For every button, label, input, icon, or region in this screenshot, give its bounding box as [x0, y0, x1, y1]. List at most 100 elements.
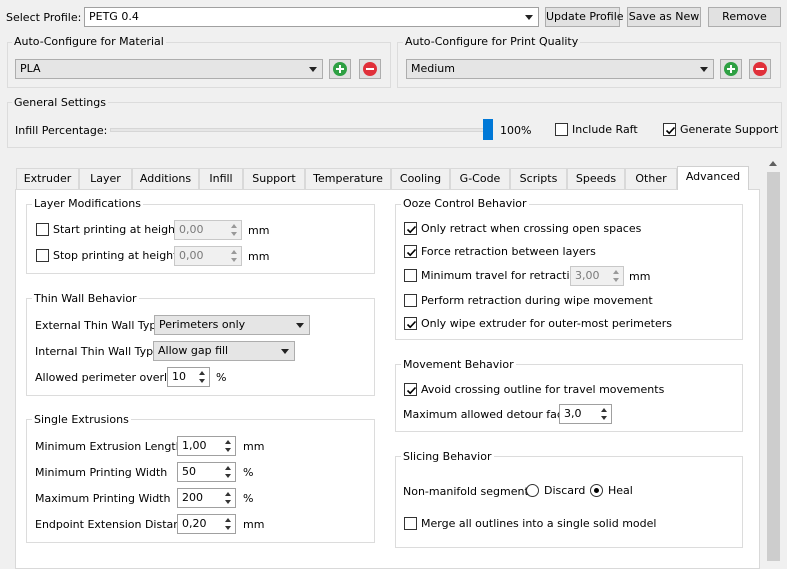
checkmark-icon — [406, 225, 417, 234]
infill-slider-track[interactable] — [110, 128, 490, 132]
start-height-spinbox[interactable]: 0,00 — [174, 220, 242, 240]
chevron-down-icon — [525, 15, 533, 20]
endpoint-extension-value: 0,20 — [182, 517, 207, 530]
nonmanifold-label: Non-manifold segments: — [403, 485, 539, 498]
include-raft-label: Include Raft — [572, 123, 638, 136]
quality-select[interactable]: Medium — [406, 59, 714, 79]
avoid-crossing-checkbox[interactable] — [404, 383, 417, 396]
min-printing-width-value: 50 — [182, 465, 196, 478]
only-wipe-checkbox[interactable] — [404, 317, 417, 330]
start-printing-checkbox[interactable] — [36, 223, 49, 236]
spin-up-icon[interactable] — [222, 464, 234, 472]
movement-title: Movement Behavior — [401, 358, 516, 371]
select-profile-label: Select Profile: — [6, 11, 82, 24]
force-retract-label: Force retraction between layers — [421, 245, 596, 258]
remove-button[interactable]: Remove — [708, 7, 781, 27]
spin-down-icon[interactable] — [222, 498, 234, 506]
tab-additions[interactable]: Additions — [132, 168, 199, 189]
material-select-value: PLA — [20, 62, 41, 75]
remove-quality-button[interactable] — [749, 59, 771, 79]
min-travel-label: Minimum travel for retraction — [421, 269, 584, 282]
spin-down-icon[interactable] — [222, 446, 234, 454]
detour-factor-spinbox[interactable]: 3,0 — [559, 404, 612, 424]
min-extrusion-length-label: Minimum Extrusion Length — [35, 440, 183, 453]
radio-selected-dot — [594, 488, 599, 493]
merge-outlines-checkbox[interactable] — [404, 517, 417, 530]
internal-thin-wall-value: Allow gap fill — [158, 344, 229, 357]
chevron-down-icon — [296, 323, 304, 328]
include-raft-checkbox[interactable] — [555, 123, 568, 136]
spin-down-icon[interactable] — [228, 256, 240, 264]
scroll-up-icon[interactable] — [769, 161, 777, 166]
tab-gcode[interactable]: G-Code — [450, 168, 510, 189]
tab-layer[interactable]: Layer — [79, 168, 132, 189]
max-printing-width-spinbox[interactable]: 200 — [177, 488, 236, 508]
spin-down-icon[interactable] — [196, 377, 208, 385]
stop-height-value: 0,00 — [179, 249, 204, 262]
external-thin-wall-select[interactable]: Perimeters only — [154, 315, 310, 335]
start-height-value: 0,00 — [179, 223, 204, 236]
tab-scripts[interactable]: Scripts — [510, 168, 567, 189]
tab-other[interactable]: Other — [625, 168, 677, 189]
update-profile-button[interactable]: Update Profile — [545, 7, 624, 27]
spin-up-icon[interactable] — [222, 490, 234, 498]
spin-up-icon[interactable] — [598, 406, 610, 414]
min-travel-value: 3,00 — [575, 269, 600, 282]
tab-temperature[interactable]: Temperature — [305, 168, 391, 189]
spin-up-icon[interactable] — [222, 438, 234, 446]
force-retract-checkbox[interactable] — [404, 245, 417, 258]
thin-wall-title: Thin Wall Behavior — [32, 292, 139, 305]
tab-advanced[interactable]: Advanced — [677, 166, 749, 190]
wipe-retract-checkbox[interactable] — [404, 294, 417, 307]
spin-up-icon[interactable] — [228, 222, 240, 230]
stop-height-unit: mm — [248, 250, 270, 263]
add-quality-button[interactable] — [720, 59, 742, 79]
chevron-down-icon — [281, 349, 289, 354]
generate-support-checkbox[interactable] — [663, 123, 676, 136]
tab-infill[interactable]: Infill — [199, 168, 243, 189]
spin-up-icon[interactable] — [228, 248, 240, 256]
stop-height-spinbox[interactable]: 0,00 — [174, 246, 242, 266]
discard-radio[interactable] — [526, 484, 539, 497]
material-select[interactable]: PLA — [15, 59, 323, 79]
stop-printing-label: Stop printing at height — [53, 249, 178, 262]
min-extrusion-length-unit: mm — [243, 440, 265, 453]
internal-thin-wall-select[interactable]: Allow gap fill — [153, 341, 295, 361]
stop-printing-checkbox[interactable] — [36, 249, 49, 262]
profile-select[interactable]: PETG 0.4 — [84, 7, 539, 27]
spin-down-icon[interactable] — [598, 414, 610, 422]
single-extrusions-title: Single Extrusions — [32, 413, 131, 426]
heal-label: Heal — [608, 484, 633, 497]
only-retract-checkbox[interactable] — [404, 222, 417, 235]
endpoint-extension-unit: mm — [243, 518, 265, 531]
heal-radio[interactable] — [590, 484, 603, 497]
min-travel-checkbox[interactable] — [404, 269, 417, 282]
min-printing-width-spinbox[interactable]: 50 — [177, 462, 236, 482]
spin-up-icon[interactable] — [222, 516, 234, 524]
infill-slider-handle[interactable] — [483, 119, 493, 140]
tab-speeds[interactable]: Speeds — [567, 168, 625, 189]
internal-thin-wall-label: Internal Thin Wall Type — [35, 345, 160, 358]
spin-up-icon[interactable] — [196, 369, 208, 377]
add-material-button[interactable] — [329, 59, 351, 79]
spin-down-icon[interactable] — [222, 472, 234, 480]
spin-down-icon[interactable] — [610, 276, 622, 284]
spin-down-icon[interactable] — [222, 524, 234, 532]
perimeter-overlap-spinbox[interactable]: 10 — [167, 367, 210, 387]
only-retract-label: Only retract when crossing open spaces — [421, 222, 642, 235]
remove-material-button[interactable] — [359, 59, 381, 79]
tab-cooling[interactable]: Cooling — [391, 168, 450, 189]
scrollbar-thumb[interactable] — [767, 172, 780, 561]
spin-down-icon[interactable] — [228, 230, 240, 238]
spin-up-icon[interactable] — [610, 268, 622, 276]
save-as-new-button[interactable]: Save as New — [627, 7, 701, 27]
start-printing-label: Start printing at height — [53, 223, 180, 236]
perimeter-overlap-label: Allowed perimeter overlap — [35, 371, 181, 384]
chevron-down-icon — [309, 67, 317, 72]
auto-quality-title: Auto-Configure for Print Quality — [403, 35, 581, 48]
endpoint-extension-spinbox[interactable]: 0,20 — [177, 514, 236, 534]
min-travel-spinbox[interactable]: 3,00 — [570, 266, 624, 286]
min-extrusion-length-spinbox[interactable]: 1,00 — [177, 436, 236, 456]
tab-extruder[interactable]: Extruder — [16, 168, 79, 189]
tab-support[interactable]: Support — [243, 168, 305, 189]
